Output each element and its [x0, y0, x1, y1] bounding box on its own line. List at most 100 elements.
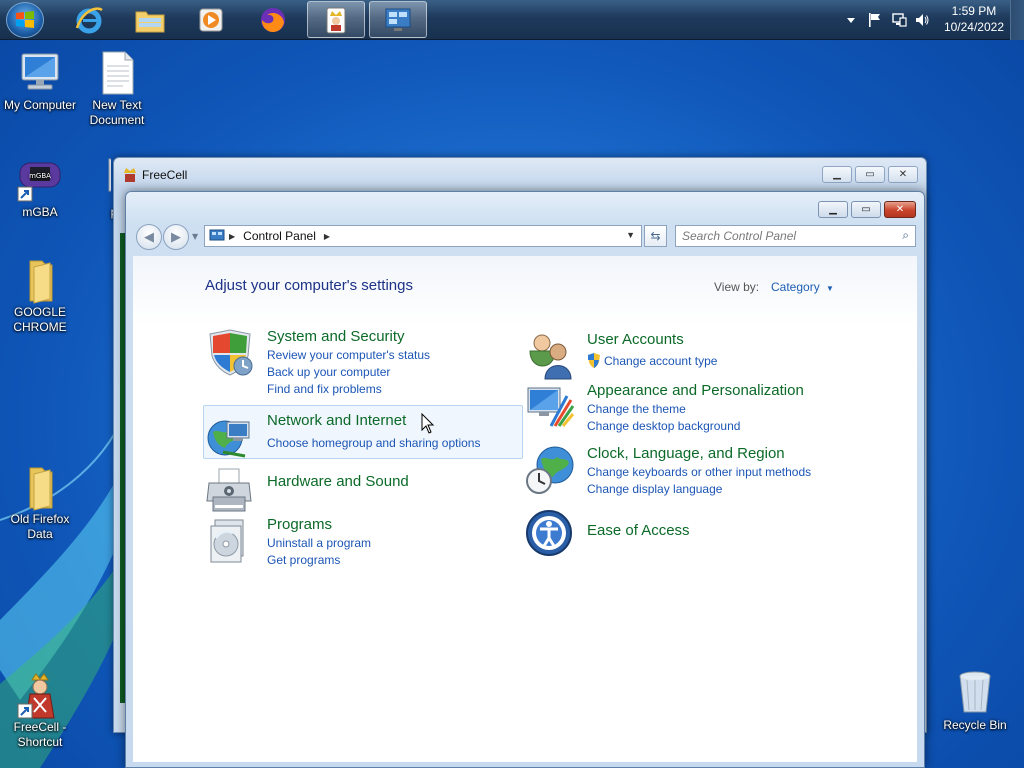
desktop-icon-my-computer[interactable]: My Computer [0, 50, 80, 113]
back-button[interactable]: ◀ [136, 224, 162, 250]
maximize-button[interactable]: ▭ [851, 201, 881, 218]
search-icon[interactable]: ⌕ [902, 228, 909, 243]
breadcrumb-separator-icon[interactable]: ▶ [229, 232, 235, 241]
category-link[interactable]: Back up your computer [267, 365, 390, 379]
taskbar: 1:59 PM 10/24/2022 [0, 0, 1024, 40]
volume-icon[interactable] [914, 0, 930, 40]
display-icon [527, 387, 575, 427]
category-title[interactable]: Hardware and Sound [267, 473, 409, 490]
minimize-button[interactable]: ▁ [818, 201, 848, 218]
taskbar-firefox[interactable] [244, 1, 302, 38]
category-link[interactable]: Change the theme [587, 402, 686, 416]
category-link[interactable]: Change account type [587, 353, 717, 368]
show-desktop-button[interactable] [1010, 0, 1024, 40]
desktop-icon-freecell-shortcut[interactable]: FreeCell - Shortcut [0, 672, 80, 750]
category-link-label: Change account type [604, 353, 718, 368]
clock-date: 10/24/2022 [943, 20, 1004, 34]
desktop-icon-label: New Text Document [89, 98, 145, 127]
category-link[interactable]: Choose homegroup and sharing options [267, 436, 480, 450]
windows-logo-icon [16, 11, 34, 28]
recent-pages-dropdown[interactable]: ▼ [192, 232, 198, 241]
address-bar[interactable]: ▶ Control Panel ▶ ▼ [204, 225, 642, 247]
forward-button[interactable]: ▶ [163, 224, 189, 250]
freecell-icon [326, 7, 346, 33]
desktop-icon-old-firefox-data[interactable]: Old Firefox Data [0, 464, 80, 542]
category-title[interactable]: System and Security [267, 328, 405, 345]
folder-icon [29, 467, 53, 511]
view-by-label: View by: [714, 280, 760, 294]
desktop-icon-new-text-document[interactable]: New Text Document [77, 50, 157, 128]
category-link[interactable]: Find and fix problems [267, 382, 382, 396]
shield-icon [209, 329, 253, 376]
taskbar-media-player[interactable] [182, 1, 240, 38]
chevron-down-icon: ▼ [826, 284, 834, 293]
category-link[interactable]: Get programs [267, 553, 340, 567]
action-center-flag-icon[interactable] [868, 0, 882, 40]
category-link[interactable]: Change display language [587, 482, 722, 496]
uac-shield-icon [588, 353, 600, 368]
category-link[interactable]: Change keyboards or other input methods [587, 465, 811, 479]
address-dropdown-icon[interactable]: ▼ [626, 230, 635, 240]
control-panel-content: Adjust your computer's settings View by:… [133, 256, 917, 762]
clock-time: 1:59 PM [951, 4, 997, 18]
page-title: Adjust your computer's settings [205, 277, 413, 294]
desktop-icon-label: Recycle Bin [943, 718, 1007, 732]
breadcrumb-control-panel[interactable]: Control Panel [243, 229, 316, 243]
category-link[interactable]: Change desktop background [587, 419, 740, 433]
refresh-button[interactable]: ⇆ [644, 225, 667, 247]
svg-text:mGBA: mGBA [29, 172, 51, 180]
media-player-icon [199, 8, 223, 31]
navigation-bar: ◀ ▶ ▼ ▶ Control Panel ▶ ▼ ⇆ Search Contr… [134, 224, 916, 250]
category-link[interactable]: Uninstall a program [267, 536, 371, 550]
printer-icon [206, 468, 252, 512]
desktop-icon-recycle-bin[interactable]: Recycle Bin [935, 670, 1015, 733]
desktop-icon-label: Old Firefox Data [10, 512, 70, 541]
category-title[interactable]: Ease of Access [587, 522, 690, 539]
desktop-icon-label: FreeCell - Shortcut [13, 720, 67, 749]
start-button[interactable] [6, 2, 44, 38]
taskbar-file-explorer[interactable] [121, 1, 179, 38]
breadcrumb-chevron-icon[interactable]: ▶ [324, 232, 330, 241]
view-by-value: Category [771, 280, 820, 294]
gameboy-icon: mGBA [17, 162, 61, 202]
taskbar-internet-explorer[interactable] [60, 1, 118, 38]
category-title[interactable]: Clock, Language, and Region [587, 445, 785, 462]
network-icon[interactable] [891, 0, 907, 40]
freecell-minimize-button[interactable]: ▁ [822, 166, 852, 183]
category-title[interactable]: User Accounts [587, 331, 684, 348]
taskbar-control-panel[interactable] [369, 1, 427, 38]
recycle-bin-icon [959, 671, 991, 713]
desktop-icon-google-chrome-folder[interactable]: GOOGLE CHROME [0, 257, 80, 335]
category-link[interactable]: Review your computer's status [267, 348, 430, 362]
freecell-king-icon [17, 673, 55, 719]
globe-network-icon [207, 420, 250, 458]
category-title[interactable]: Network and Internet [267, 412, 406, 429]
control-panel-icon [385, 8, 411, 31]
clock-globe-icon [526, 446, 574, 494]
users-icon [529, 334, 572, 380]
category-title[interactable]: Programs [267, 516, 332, 533]
control-panel-window[interactable]: ▁ ▭ ✕ ◀ ▶ ▼ ▶ Control Panel ▶ ▼ ⇆ Search… [125, 191, 925, 768]
text-file-icon [102, 51, 134, 95]
tray-expand-icon[interactable] [846, 0, 856, 40]
computer-icon [21, 53, 59, 90]
accessibility-icon [526, 510, 572, 556]
firefox-icon [261, 7, 285, 32]
freecell-window-title: FreeCell [142, 168, 188, 182]
clock[interactable]: 1:59 PM 10/24/2022 [944, 3, 1004, 35]
internet-explorer-icon [75, 6, 103, 33]
category-title[interactable]: Appearance and Personalization [587, 382, 804, 399]
taskbar-freecell[interactable] [307, 1, 365, 38]
close-button[interactable]: ✕ [884, 201, 916, 218]
freecell-close-button[interactable]: ✕ [888, 166, 918, 183]
file-explorer-icon [135, 11, 165, 32]
settings-icon [108, 158, 140, 192]
search-input[interactable]: Search Control Panel ⌕ [675, 225, 916, 247]
freecell-maximize-button[interactable]: ▭ [855, 166, 885, 183]
folder-icon [29, 260, 53, 304]
view-by-dropdown[interactable]: Category ▼ [771, 280, 834, 294]
freecell-window-icon [124, 168, 136, 182]
mouse-cursor-icon [421, 413, 435, 434]
control-panel-icon [209, 229, 225, 241]
search-placeholder: Search Control Panel [682, 229, 797, 243]
